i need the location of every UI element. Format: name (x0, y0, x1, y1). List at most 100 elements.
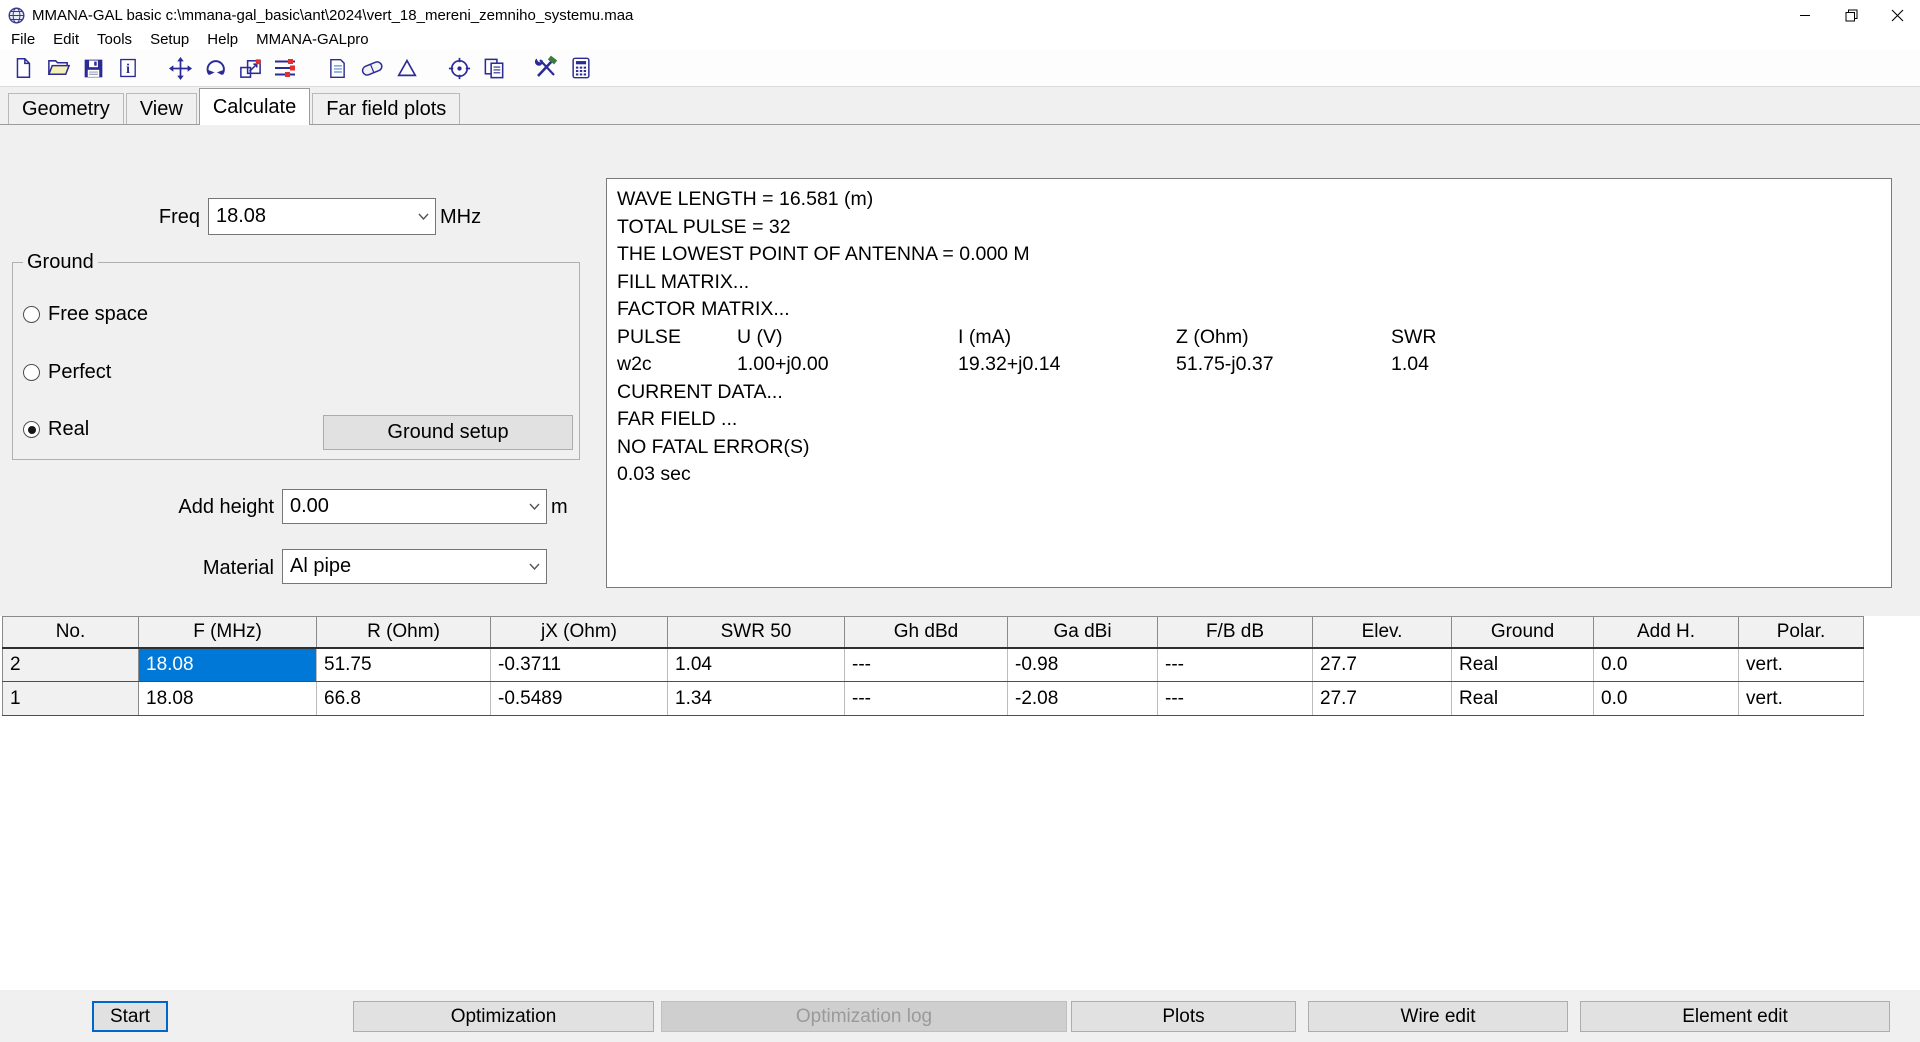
output-line: NO FATAL ERROR(S) (617, 434, 1881, 462)
title-bar: MMANA-GAL basic c:\mmana-gal_basic\ant\2… (0, 0, 1920, 30)
cell-ga-dbi[interactable]: -0.98 (1008, 648, 1158, 682)
cell-fb-db[interactable]: --- (1158, 648, 1313, 682)
table-row: 1 18.08 66.8 -0.5489 1.34 --- -2.08 --- … (3, 682, 1864, 716)
cell-add-h[interactable]: 0.0 (1594, 682, 1739, 716)
output-line: FILL MATRIX... (617, 269, 1881, 297)
add-height-combobox[interactable]: 0.00 (282, 489, 547, 524)
col-header-fb-db: F/B dB (1158, 617, 1313, 648)
ground-groupbox: Ground Free space Perfect Real Ground se… (12, 262, 580, 460)
radio-perfect-circle[interactable] (23, 364, 40, 381)
tab-far-field-plots[interactable]: Far field plots (312, 93, 460, 124)
plots-button[interactable]: Plots (1071, 1001, 1296, 1032)
close-button[interactable] (1874, 0, 1920, 30)
cell-f-mhz-selected[interactable]: 18.08 (139, 648, 317, 682)
table-row: 2 18.08 51.75 -0.3711 1.04 --- -0.98 ---… (3, 648, 1864, 682)
cell-ground[interactable]: Real (1452, 682, 1594, 716)
col-header-add-h: Add H. (1594, 617, 1739, 648)
cell-r-ohm[interactable]: 51.75 (317, 648, 491, 682)
menu-item-mmana-galpro[interactable]: MMANA-GALpro (247, 30, 378, 50)
radio-real-circle[interactable] (23, 421, 40, 438)
start-button[interactable]: Start (92, 1001, 168, 1032)
radio-perfect[interactable]: Perfect (23, 361, 111, 384)
cell-elev[interactable]: 27.7 (1313, 648, 1452, 682)
scale-window-icon[interactable] (237, 55, 263, 81)
toolbar: i (0, 50, 1920, 87)
chevron-down-icon (522, 503, 546, 510)
bottom-button-bar: Start Optimization Optimization log Plot… (0, 990, 1920, 1042)
calculator-icon[interactable] (568, 55, 594, 81)
save-icon[interactable] (80, 55, 106, 81)
menu-item-help[interactable]: Help (198, 30, 247, 50)
cell-r-ohm[interactable]: 66.8 (317, 682, 491, 716)
minimize-button[interactable] (1782, 0, 1828, 30)
chevron-down-icon (522, 563, 546, 570)
cell-ga-dbi[interactable]: -2.08 (1008, 682, 1158, 716)
svg-text:i: i (126, 61, 130, 76)
material-combobox[interactable]: Al pipe (282, 549, 547, 584)
element-edit-button[interactable]: Element edit (1580, 1001, 1890, 1032)
cell-jx-ohm[interactable]: -0.3711 (491, 648, 668, 682)
col-header-ground: Ground (1452, 617, 1594, 648)
output-pulse-header: PULSEU (V)I (mA)Z (Ohm)SWR (617, 324, 1881, 352)
col-header-no: No. (3, 617, 139, 648)
add-height-value: 0.00 (283, 495, 522, 518)
menu-item-file[interactable]: File (2, 30, 44, 50)
info-icon[interactable]: i (115, 55, 141, 81)
radio-free-space-label: Free space (48, 303, 148, 326)
target-icon[interactable] (446, 55, 472, 81)
tools-icon[interactable] (533, 55, 559, 81)
radio-free-space-circle[interactable] (23, 306, 40, 323)
cell-gh-dbd[interactable]: --- (845, 648, 1008, 682)
cell-polar[interactable]: vert. (1739, 682, 1864, 716)
settings-sliders-icon[interactable] (272, 55, 298, 81)
output-line: FACTOR MATRIX... (617, 296, 1881, 324)
tab-calculate[interactable]: Calculate (199, 88, 310, 125)
menu-item-setup[interactable]: Setup (141, 30, 198, 50)
rotate-icon[interactable] (202, 55, 228, 81)
open-folder-icon[interactable] (45, 55, 71, 81)
tab-geometry[interactable]: Geometry (8, 93, 124, 124)
cell-jx-ohm[interactable]: -0.5489 (491, 682, 668, 716)
cell-gh-dbd[interactable]: --- (845, 682, 1008, 716)
cell-no[interactable]: 1 (3, 682, 139, 716)
radio-free-space[interactable]: Free space (23, 303, 148, 326)
eraser-icon[interactable] (359, 55, 385, 81)
text-document-icon[interactable] (324, 55, 350, 81)
cell-polar[interactable]: vert. (1739, 648, 1864, 682)
col-header-gh-dbd: Gh dBd (845, 617, 1008, 648)
chevron-down-icon (411, 213, 435, 220)
col-header-ga-dbi: Ga dBi (1008, 617, 1158, 648)
wire-edit-button[interactable]: Wire edit (1308, 1001, 1568, 1032)
col-header-r-ohm: R (Ohm) (317, 617, 491, 648)
restore-button[interactable] (1828, 0, 1874, 30)
results-table-area: No. F (MHz) R (Ohm) jX (Ohm) SWR 50 Gh d… (0, 616, 1920, 990)
output-line: TOTAL PULSE = 32 (617, 214, 1881, 242)
menu-item-tools[interactable]: Tools (88, 30, 141, 50)
output-line: WAVE LENGTH = 16.581 (m) (617, 186, 1881, 214)
copy-icon[interactable] (481, 55, 507, 81)
cell-add-h[interactable]: 0.0 (1594, 648, 1739, 682)
ground-setup-button[interactable]: Ground setup (323, 415, 573, 450)
cell-elev[interactable]: 27.7 (1313, 682, 1452, 716)
optimization-button[interactable]: Optimization (353, 1001, 654, 1032)
add-height-unit-label: m (551, 496, 568, 519)
output-line: FAR FIELD ... (617, 406, 1881, 434)
col-header-polar: Polar. (1739, 617, 1864, 648)
app-icon (8, 7, 25, 24)
menu-item-edit[interactable]: Edit (44, 30, 88, 50)
ground-group-title: Ground (23, 251, 98, 274)
move-icon[interactable] (167, 55, 193, 81)
cell-swr50[interactable]: 1.04 (668, 648, 845, 682)
cell-ground[interactable]: Real (1452, 648, 1594, 682)
cell-swr50[interactable]: 1.34 (668, 682, 845, 716)
menu-bar: File Edit Tools Setup Help MMANA-GALpro (0, 30, 1920, 50)
cell-f-mhz[interactable]: 18.08 (139, 682, 317, 716)
cell-fb-db[interactable]: --- (1158, 682, 1313, 716)
freq-combobox[interactable]: 18.08 (208, 198, 436, 235)
triangle-icon[interactable] (394, 55, 420, 81)
radio-real[interactable]: Real (23, 418, 89, 441)
new-file-icon[interactable] (10, 55, 36, 81)
tab-view[interactable]: View (126, 93, 197, 124)
col-header-f-mhz: F (MHz) (139, 617, 317, 648)
cell-no[interactable]: 2 (3, 648, 139, 682)
